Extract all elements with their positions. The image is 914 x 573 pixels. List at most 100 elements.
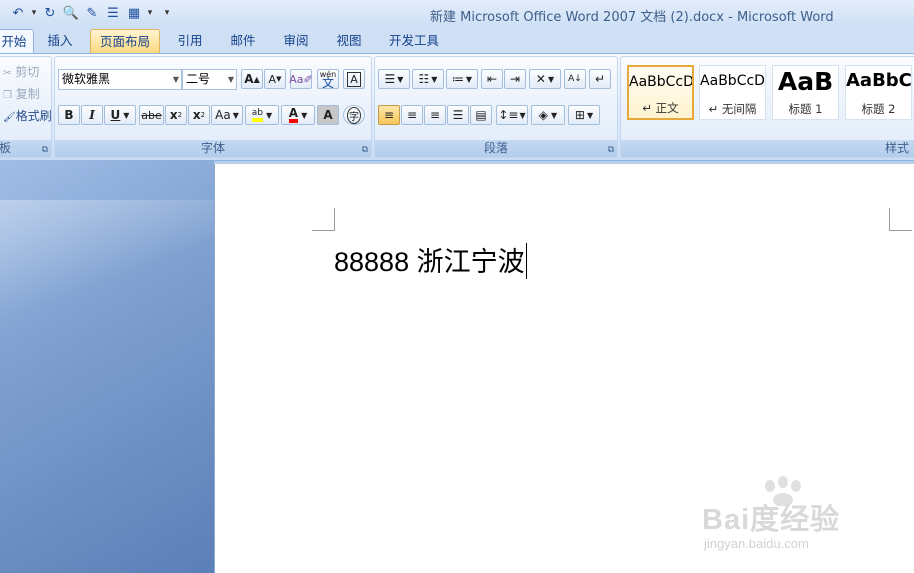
tab-home[interactable]: 开始 (0, 29, 34, 54)
style-heading-1-preview: AaB (777, 67, 834, 96)
style-heading-1[interactable]: AaB 标题 1 (772, 65, 839, 120)
bold-button[interactable]: B (58, 105, 80, 125)
align-center-button[interactable]: ≡ (401, 105, 423, 125)
customize-qat-icon[interactable]: ▾ (163, 8, 171, 18)
character-shading-icon: A (323, 108, 333, 122)
clipboard-dialog-launcher-icon[interactable]: ⧉ (42, 145, 48, 155)
enclose-characters-button[interactable]: 字 (343, 105, 365, 125)
show-marks-button[interactable]: ↵ (589, 69, 611, 89)
paragraph-mark-icon: ↵ (594, 72, 606, 86)
style-heading-2[interactable]: AaBbC 标题 2 (845, 65, 912, 120)
paint-bucket-icon: ◈ (538, 108, 549, 122)
grow-font-button[interactable]: A ▲ (241, 69, 263, 89)
tab-view[interactable]: 视图 (333, 29, 365, 53)
paragraph-group-label: 段落 (375, 140, 617, 157)
justify-button[interactable]: ☰ (447, 105, 469, 125)
style-normal-preview: AaBbCcD (629, 74, 692, 90)
change-case-button[interactable]: Aa ▼ (211, 105, 243, 125)
new-document-icon[interactable]: ✎ (83, 4, 101, 22)
strikethrough-button[interactable]: abe (139, 105, 164, 125)
margin-corner-left (312, 208, 335, 231)
numbering-button[interactable]: ☷ ▼ (412, 69, 444, 89)
undo-dropdown-icon[interactable]: ▾ (30, 8, 38, 18)
cut-button[interactable]: ✂ 剪切 (3, 63, 39, 80)
underline-dropdown-icon[interactable]: ▼ (123, 111, 129, 120)
style-heading-2-name: 标题 2 (861, 102, 896, 116)
borders-button[interactable]: ⊞ ▼ (568, 105, 600, 125)
phonetic-char: 文 (321, 76, 334, 90)
format-painter-label: 格式刷 (15, 109, 52, 123)
align-icon[interactable]: ☰ (104, 4, 122, 22)
style-heading-2-preview: AaBbC (846, 70, 911, 91)
text-cursor (525, 243, 527, 279)
decrease-indent-icon: ⇤ (486, 72, 498, 86)
multilevel-list-icon: ≔ (451, 72, 464, 86)
font-name-value: 微软雅黑 (62, 72, 111, 86)
asian-layout-button[interactable]: ✕ ▼ (529, 69, 561, 89)
change-case-dropdown-icon[interactable]: ▼ (233, 111, 239, 120)
character-shading-button[interactable]: A (317, 105, 339, 125)
character-border-button[interactable]: A (343, 69, 365, 89)
print-preview-icon[interactable]: 🔍 (62, 4, 80, 22)
font-group: 微软雅黑 ▼ 二号 ▼ A ▲ A ▼ Aa✐ wén 文 A B I U ▼ abe … (54, 56, 372, 158)
font-size-value: 二号 (186, 72, 211, 86)
italic-button[interactable]: I (81, 105, 103, 125)
align-right-button[interactable]: ≡ (424, 105, 446, 125)
undo-icon[interactable]: ↶ (9, 4, 27, 22)
format-painter-button[interactable]: 🖌格式刷 (3, 107, 52, 124)
redo-icon[interactable]: ↻ (41, 4, 59, 22)
distributed-button[interactable]: ▤ (470, 105, 492, 125)
subscript-button[interactable]: x2 (165, 105, 187, 125)
cut-label: 剪切 (15, 65, 40, 79)
highlight-dropdown-icon[interactable]: ▼ (266, 111, 272, 120)
format-painter-icon: 🖌 (3, 112, 16, 123)
style-heading-1-name: 标题 1 (788, 102, 823, 116)
decrease-indent-button[interactable]: ⇤ (481, 69, 503, 89)
tab-references[interactable]: 引用 (174, 29, 206, 53)
document-body-text[interactable]: 88888 浙江宁波 (334, 240, 527, 279)
font-size-dropdown-icon[interactable]: ▼ (228, 70, 234, 89)
underline-button[interactable]: U ▼ (104, 105, 136, 125)
style-no-spacing-preview: AaBbCcD (700, 73, 765, 89)
style-normal[interactable]: AaBbCcD ↵ 正文 (627, 65, 694, 120)
font-name-dropdown-icon[interactable]: ▼ (173, 70, 179, 89)
multilevel-list-button[interactable]: ≔ ▼ (446, 69, 478, 89)
tab-review[interactable]: 审阅 (280, 29, 312, 53)
save-icon[interactable]: ▏ (0, 4, 8, 22)
increase-indent-button[interactable]: ⇥ (504, 69, 526, 89)
enclose-characters-icon: 字 (347, 106, 361, 124)
tab-mailings[interactable]: 邮件 (227, 29, 259, 53)
font-color-button[interactable]: A ▼ (281, 105, 315, 125)
copy-button[interactable]: ❐ 复制 (3, 85, 40, 102)
tab-insert[interactable]: 插入 (44, 29, 76, 53)
bullets-icon: ☰ (384, 72, 396, 86)
paragraph-dialog-launcher-icon[interactable]: ⧉ (608, 145, 614, 155)
font-size-combo[interactable]: 二号 ▼ (182, 69, 237, 90)
justify-icon: ☰ (452, 108, 464, 122)
style-no-spacing[interactable]: AaBbCcD ↵ 无间隔 (699, 65, 766, 120)
font-dialog-launcher-icon[interactable]: ⧉ (362, 145, 368, 155)
font-name-combo[interactable]: 微软雅黑 ▼ (58, 69, 182, 90)
line-spacing-button[interactable]: ↕≡ ▼ (496, 105, 528, 125)
superscript-button[interactable]: x2 (188, 105, 210, 125)
align-left-button[interactable]: ≡ (378, 105, 400, 125)
font-color-dropdown-icon[interactable]: ▼ (301, 111, 307, 120)
highlight-button[interactable]: ab ▼ (245, 105, 279, 125)
table-icon[interactable]: ▦ (125, 4, 143, 22)
font-color-icon: A (288, 107, 299, 123)
table-dropdown-icon[interactable]: ▾ (146, 8, 154, 18)
shrink-font-button[interactable]: A ▼ (264, 69, 286, 89)
clear-formatting-button[interactable]: Aa✐ (289, 69, 313, 89)
sort-button[interactable]: A↓ (564, 69, 586, 89)
quick-access-toolbar: ▏ ↶ ▾ ↻ 🔍 ✎ ☰ ▦ ▾ ▾ (0, 3, 171, 23)
tab-developer[interactable]: 开发工具 (386, 29, 442, 53)
bullets-button[interactable]: ☰ ▼ (378, 69, 410, 89)
window-title: 新建 Microsoft Office Word 2007 文档 (2).doc… (430, 10, 834, 25)
character-border-icon: A (347, 71, 361, 87)
phonetic-guide-button[interactable]: wén 文 (317, 69, 339, 89)
shading-button[interactable]: ◈ ▼ (531, 105, 565, 125)
tab-page-layout[interactable]: 页面布局 (90, 29, 160, 55)
watermark-brand: Bai度经验 (702, 504, 841, 536)
title-bar: ▏ ↶ ▾ ↻ 🔍 ✎ ☰ ▦ ▾ ▾ 新建 Microsoft Office … (0, 0, 914, 27)
workspace-background (0, 160, 214, 573)
